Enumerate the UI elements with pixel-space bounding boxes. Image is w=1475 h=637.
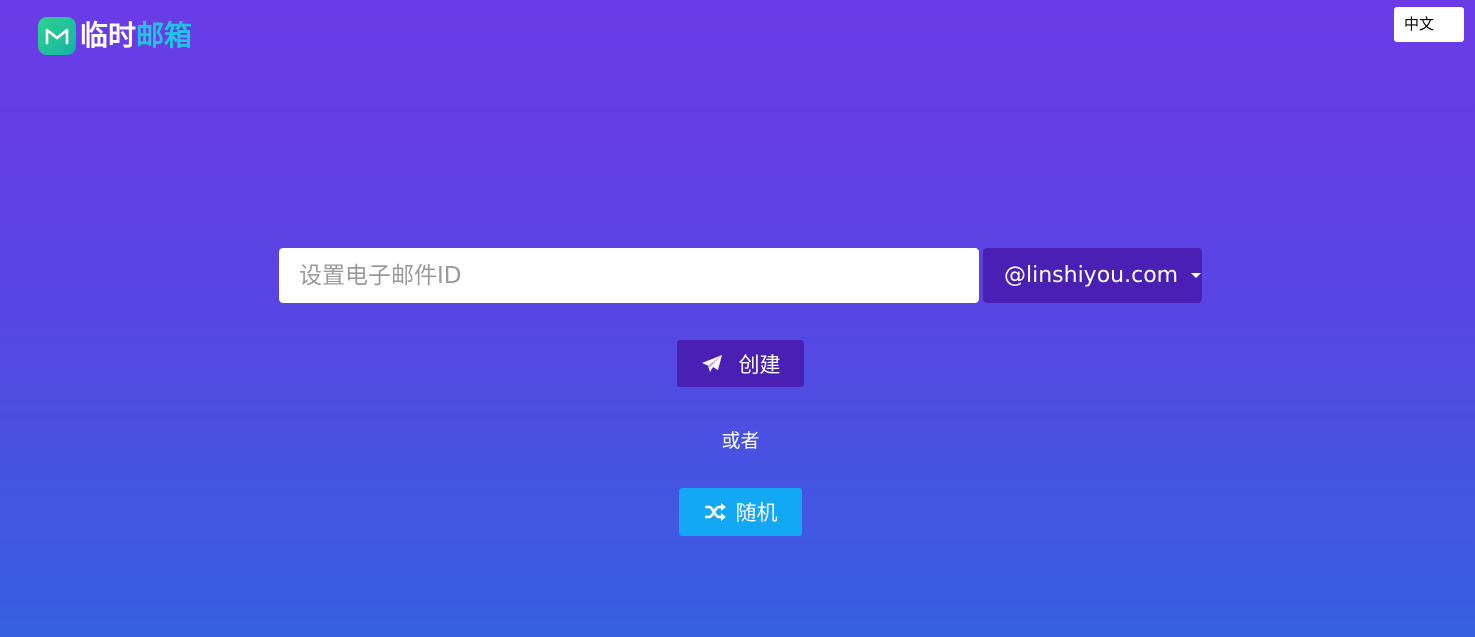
paper-plane-icon <box>701 354 723 374</box>
shuffle-icon <box>704 503 726 521</box>
mail-m-icon <box>38 17 76 55</box>
domain-dropdown[interactable]: @linshiyou.com <box>983 248 1202 303</box>
create-button[interactable]: 创建 <box>677 340 804 387</box>
create-button-label: 创建 <box>738 352 781 377</box>
email-id-input[interactable] <box>279 248 979 303</box>
or-separator: 或者 <box>721 430 760 452</box>
logo-text-primary: 临时 <box>80 19 137 52</box>
caret-down-icon <box>1191 273 1202 278</box>
logo-text: 临时邮箱 <box>80 17 192 55</box>
random-button-label: 随机 <box>735 501 778 525</box>
site-logo[interactable]: 临时邮箱 <box>38 16 192 56</box>
domain-selected-label: @linshiyou.com <box>1004 263 1179 288</box>
language-select[interactable]: 中文 <box>1394 7 1464 42</box>
random-button[interactable]: 随机 <box>679 488 802 536</box>
logo-text-accent: 邮箱 <box>136 19 193 52</box>
